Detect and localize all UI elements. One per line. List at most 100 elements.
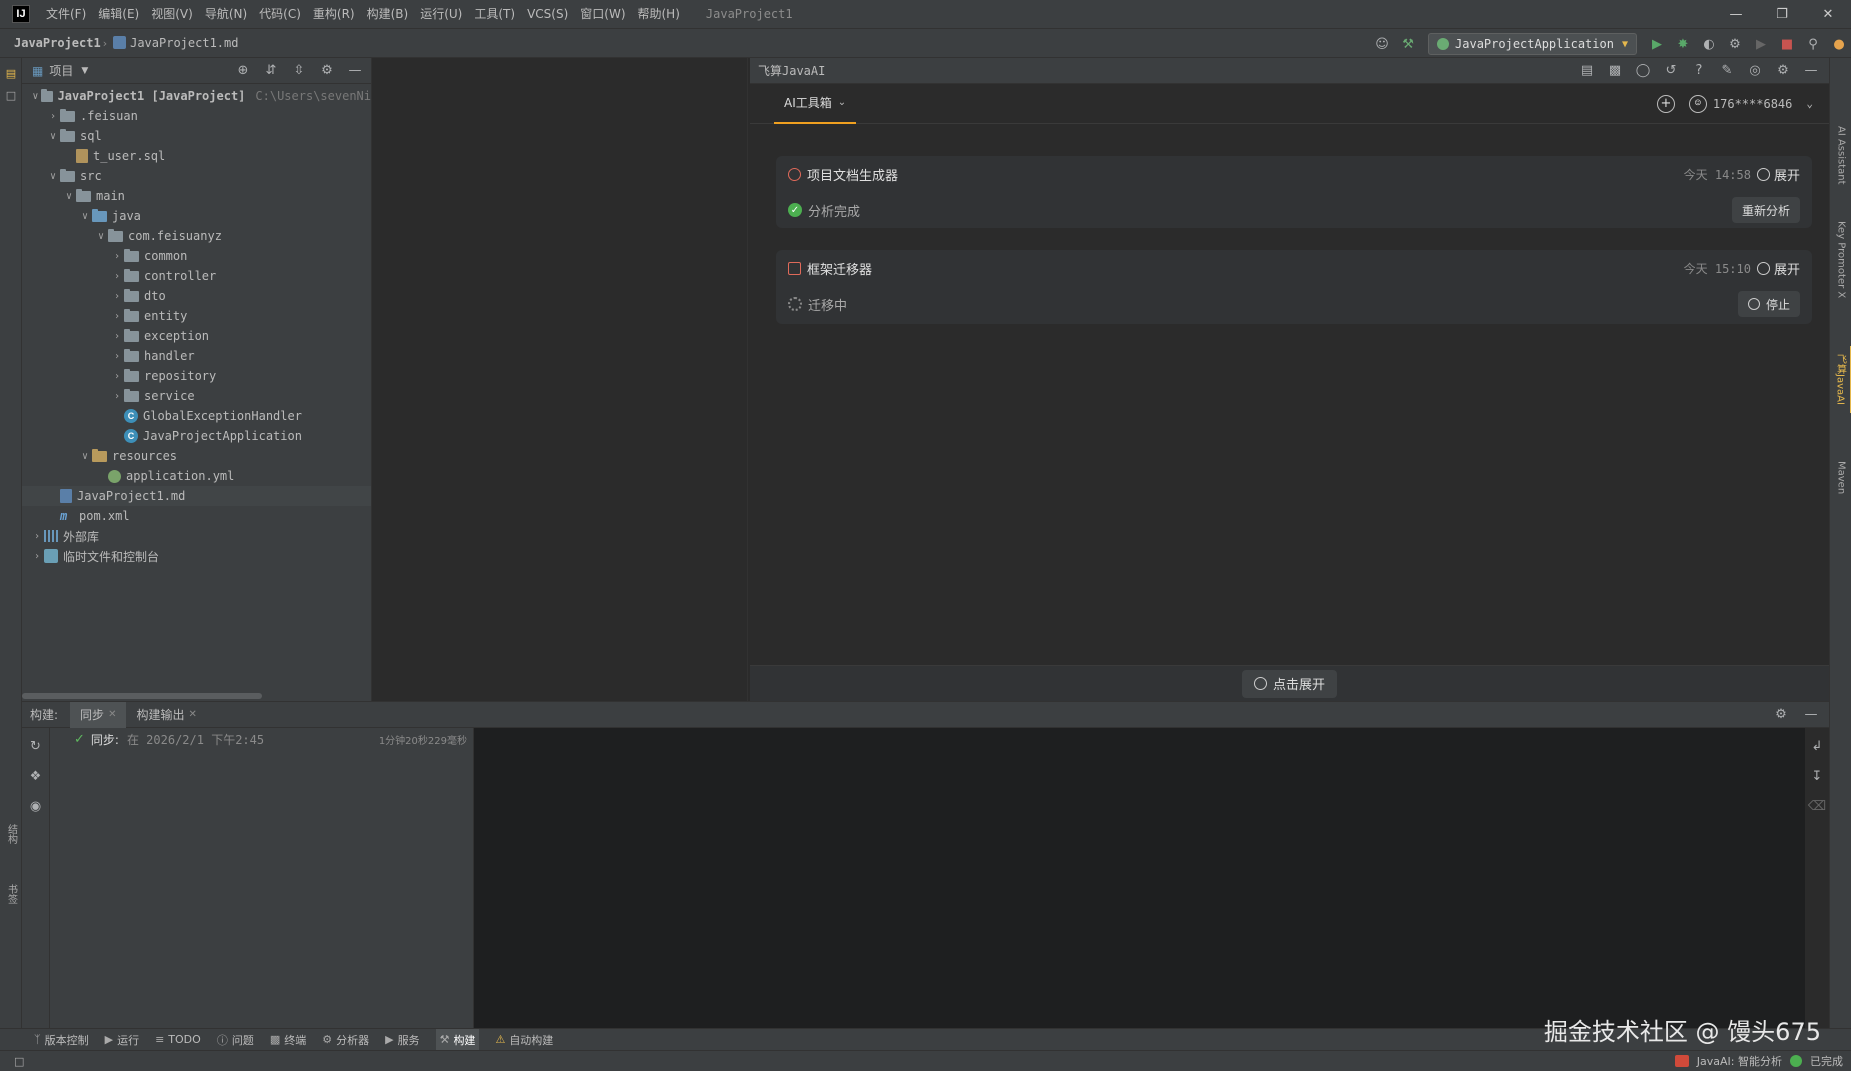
bookmarks-tool-label[interactable]: 书签 — [0, 876, 22, 912]
menu-edit[interactable]: 编辑(E) — [92, 0, 145, 28]
gear-icon[interactable]: ⚙ — [315, 59, 339, 83]
expand-button[interactable]: 展开 — [1756, 165, 1800, 184]
resume-icon[interactable]: ▶ — [1749, 32, 1773, 56]
ai-assistant-tool-label[interactable]: AI Assistant — [1830, 118, 1851, 193]
click-expand-button[interactable]: 点击展开 — [1241, 669, 1337, 698]
intellij-logo-icon[interactable]: IJ — [12, 5, 30, 23]
chevron-right-icon[interactable]: › — [110, 311, 124, 322]
add-icon[interactable]: + — [1656, 94, 1675, 113]
tool-terminal[interactable]: ▩ 终端 — [270, 1032, 306, 1048]
tab-ai-toolbox[interactable]: AI工具箱 ⌄ — [774, 84, 857, 124]
tree-item[interactable]: › handler — [22, 346, 371, 366]
tab-build-output[interactable]: 构建输出 ✕ — [126, 702, 206, 728]
trash-icon[interactable]: ⌫ — [1805, 794, 1829, 818]
chevron-right-icon[interactable]: › — [46, 111, 60, 122]
build-console[interactable] — [474, 728, 1805, 1029]
chevron-down-icon[interactable]: ∨ — [30, 91, 41, 102]
user-account[interactable]: ☺ 176****6846 ⌄ — [1688, 94, 1813, 113]
chevron-right-icon[interactable]: › — [30, 531, 44, 542]
hide-icon[interactable]: — — [343, 59, 367, 83]
restore-icon[interactable]: ❐ — [1759, 0, 1805, 28]
tool-profiler[interactable]: ⚙ 分析器 — [322, 1032, 369, 1048]
project-panel-title[interactable]: 项目 — [49, 62, 73, 79]
gear-icon[interactable]: ⚙ — [1769, 703, 1793, 727]
close-icon[interactable]: ✕ — [188, 709, 196, 720]
pin-icon[interactable]: ❖ — [24, 764, 48, 788]
tree-item[interactable]: › repository — [22, 366, 371, 386]
profiler-icon[interactable]: ⚙ — [1723, 32, 1747, 56]
close-icon[interactable]: ✕ — [1805, 0, 1851, 28]
edit-icon[interactable]: ✎ — [1715, 59, 1739, 83]
user-icon[interactable]: ☺ — [1370, 32, 1394, 56]
run-configuration-select[interactable]: JavaProjectApplication ▼ — [1428, 33, 1637, 55]
menu-code[interactable]: 代码(C) — [253, 0, 307, 28]
tree-item[interactable]: › 外部库 — [22, 526, 371, 546]
collapse-all-icon[interactable]: ⇳ — [287, 59, 311, 83]
chevron-right-icon[interactable]: › — [30, 551, 44, 562]
key-promoter-tool-label[interactable]: Key Promoter X — [1830, 213, 1851, 306]
run-icon[interactable]: ▶ — [1645, 32, 1669, 56]
debug-icon[interactable]: ✸ — [1671, 32, 1695, 56]
chevron-right-icon[interactable]: › — [110, 251, 124, 262]
menu-help[interactable]: 帮助(H) — [632, 0, 686, 28]
help-icon[interactable]: ? — [1687, 59, 1711, 83]
feisuan-javaai-tool-label[interactable]: 飞算JavaAI — [1830, 345, 1851, 413]
scroll-to-end-icon[interactable]: ↧ — [1805, 764, 1829, 788]
layout-icon[interactable]: □ — [14, 1055, 24, 1068]
tool-version-control[interactable]: ᛉ 版本控制 — [34, 1032, 89, 1048]
tree-item[interactable]: › dto — [22, 286, 371, 306]
menu-run[interactable]: 运行(U) — [414, 0, 468, 28]
eye-icon[interactable]: ◉ — [24, 794, 48, 818]
document-icon[interactable]: ▤ — [1575, 59, 1599, 83]
tree-item[interactable]: › .feisuan — [22, 106, 371, 126]
breadcrumb-project[interactable]: JavaProject1 — [0, 36, 101, 50]
chevron-down-icon[interactable]: ∨ — [94, 231, 108, 242]
chevron-right-icon[interactable]: › — [110, 391, 124, 402]
tree-item[interactable]: › controller — [22, 266, 371, 286]
chevron-right-icon[interactable]: › — [110, 371, 124, 382]
reanalyze-button[interactable]: 重新分析 — [1731, 197, 1800, 223]
tool-problems[interactable]: ⓘ 问题 — [217, 1032, 254, 1048]
tree-item[interactable]: ∨ src — [22, 166, 371, 186]
chevron-down-icon[interactable]: ∨ — [46, 131, 60, 142]
sync-result-row[interactable]: ✓ 同步: 在 2026/2/1 下午2:45 1分钟20秒229毫秒 — [50, 728, 473, 750]
horizontal-scrollbar[interactable] — [22, 693, 262, 699]
expand-button[interactable]: 展开 — [1756, 259, 1800, 278]
tree-item[interactable]: › 临时文件和控制台 — [22, 546, 371, 566]
menu-window[interactable]: 窗口(W) — [574, 0, 631, 28]
hide-icon[interactable]: — — [1799, 703, 1823, 727]
tree-item[interactable]: t_user.sql — [22, 146, 371, 166]
folder-tool-icon[interactable]: □ — [0, 84, 22, 106]
project-tool-icon[interactable]: ▤ — [0, 62, 22, 84]
expand-all-icon[interactable]: ⇵ — [259, 59, 283, 83]
tree-item[interactable]: ∨ JavaProject1 [JavaProject] C:\Users\seve… — [22, 86, 371, 106]
tool-build[interactable]: ⚒ 构建 — [435, 1028, 480, 1051]
menu-navigate[interactable]: 导航(N) — [199, 0, 253, 28]
plugin-icon[interactable]: ◯ — [1631, 59, 1655, 83]
menu-file[interactable]: 文件(F) — [40, 0, 92, 28]
tree-item[interactable]: ∨ resources — [22, 446, 371, 466]
tab-sync[interactable]: 同步 ✕ — [70, 701, 127, 728]
tree-item[interactable]: C JavaProjectApplication — [22, 426, 371, 446]
hide-icon[interactable]: — — [1799, 59, 1823, 83]
chevron-right-icon[interactable]: › — [110, 331, 124, 342]
history-icon[interactable]: ↺ — [1659, 59, 1683, 83]
stop-button[interactable]: 停止 — [1737, 291, 1800, 317]
chevron-down-icon[interactable]: ∨ — [46, 171, 60, 182]
tree-item[interactable]: JavaProject1.md — [22, 486, 371, 506]
build-hammer-icon[interactable]: ⚒ — [1396, 32, 1420, 56]
javaai-status[interactable]: JavaAI: 智能分析 — [1697, 1053, 1782, 1069]
tool-run[interactable]: ▶ 运行 — [105, 1032, 139, 1048]
tree-item[interactable]: › exception — [22, 326, 371, 346]
chevron-down-icon[interactable]: ∨ — [78, 451, 92, 462]
search-icon[interactable]: ⚲ — [1801, 32, 1825, 56]
chevron-down-icon[interactable]: ∨ — [78, 211, 92, 222]
structure-tool-label[interactable]: 结构 — [0, 816, 22, 852]
refresh-icon[interactable]: ↻ — [24, 734, 48, 758]
gear-icon[interactable]: ⚙ — [1771, 59, 1795, 83]
tool-auto-build[interactable]: ⚠ 自动构建 — [495, 1032, 553, 1048]
chevron-down-icon[interactable]: ∨ — [62, 191, 76, 202]
tree-item[interactable]: application.yml — [22, 466, 371, 486]
coverage-icon[interactable]: ◐ — [1697, 32, 1721, 56]
tree-item[interactable]: ∨ sql — [22, 126, 371, 146]
